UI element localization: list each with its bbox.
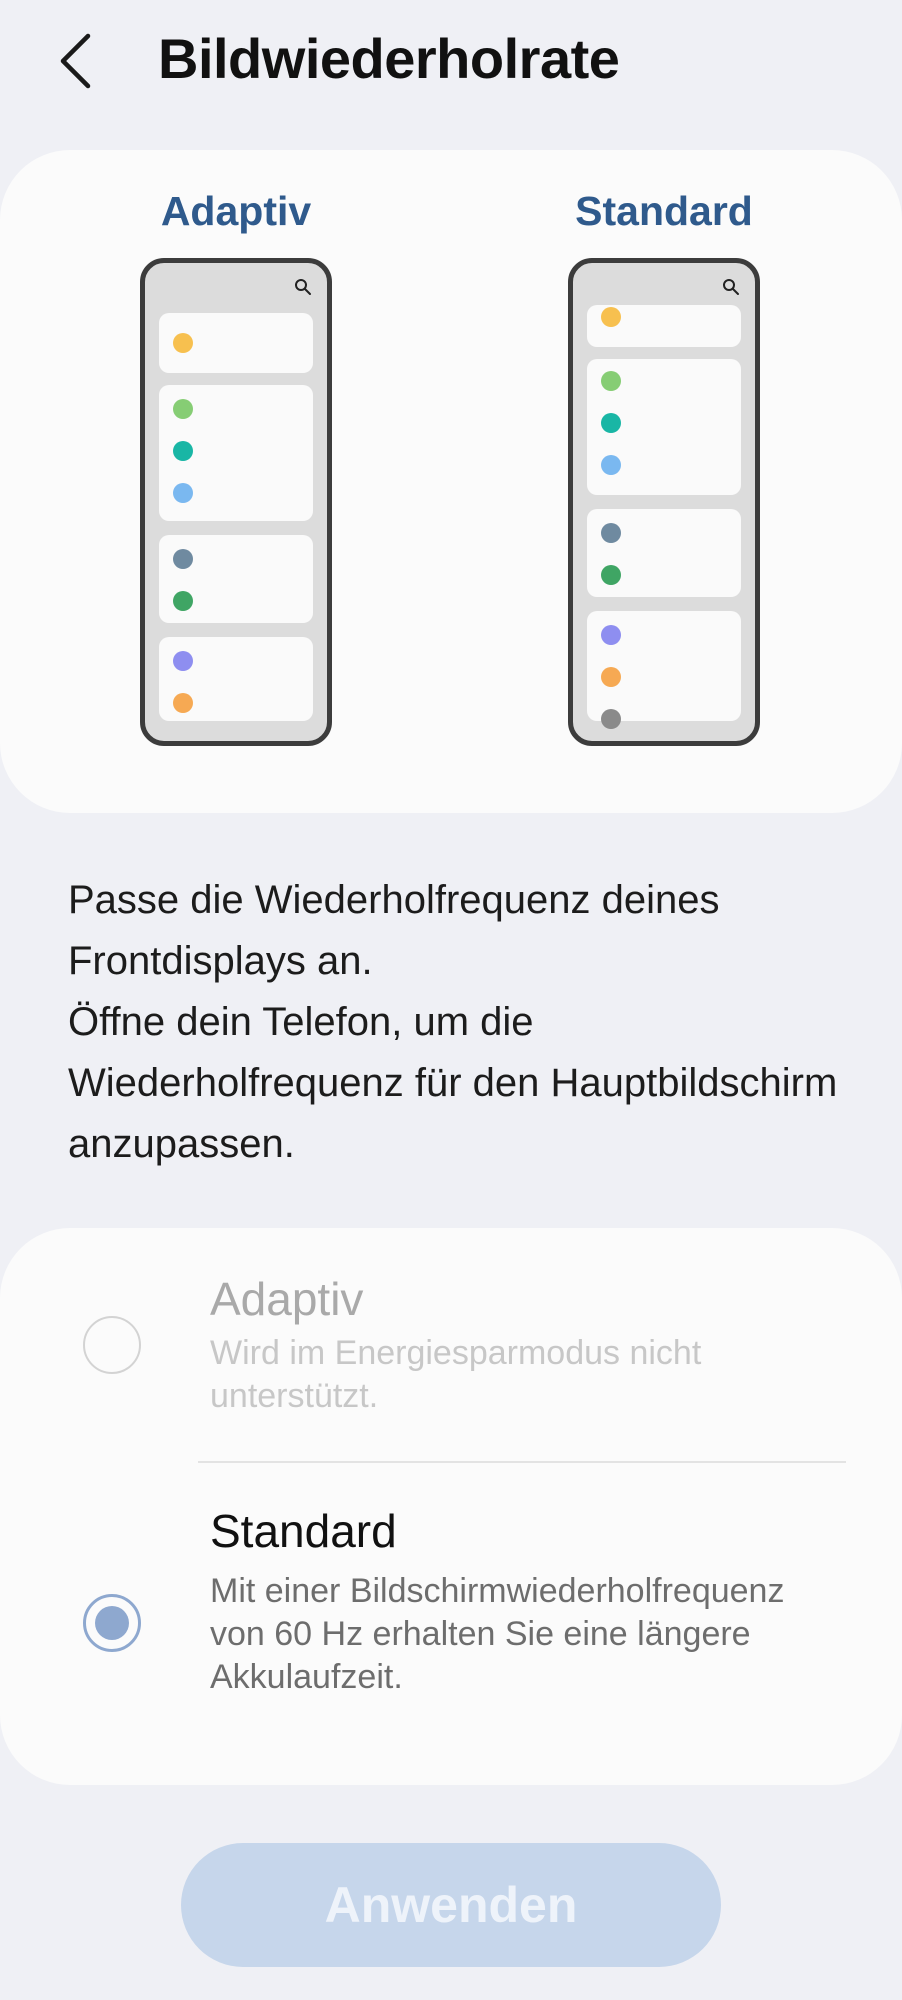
preview-card: Adaptiv Standard	[0, 150, 902, 813]
dot	[173, 333, 193, 353]
list-card	[587, 359, 741, 495]
phone-illustration	[140, 258, 332, 746]
list-card	[587, 305, 741, 347]
dot	[601, 709, 621, 729]
dot	[601, 307, 621, 327]
dot	[601, 371, 621, 391]
divider	[198, 1461, 846, 1463]
list-card	[159, 535, 313, 623]
dot	[601, 565, 621, 585]
option-adaptive[interactable]: Adaptiv Wird im Energiesparmodus nicht u…	[0, 1228, 902, 1460]
dot	[173, 483, 193, 503]
option-title-adaptive: Adaptiv	[210, 1273, 364, 1325]
dot	[173, 441, 193, 461]
description-text: Passe die Wiederholfrequenz deines Front…	[68, 870, 848, 1175]
preview-standard: Standard	[534, 150, 794, 813]
description-line-1: Passe die Wiederholfrequenz deines Front…	[68, 878, 720, 983]
list-card	[159, 385, 313, 521]
option-subtitle-adaptive: Wird im Energiesparmodus nicht unterstüt…	[210, 1334, 702, 1415]
list-card	[159, 637, 313, 721]
search-icon	[295, 279, 311, 295]
radio-selected-dot	[95, 1606, 129, 1640]
dot	[173, 651, 193, 671]
option-subtitle-standard: Mit einer Bildschirmwiederholfrequenz vo…	[210, 1572, 785, 1696]
options-card: Adaptiv Wird im Energiesparmodus nicht u…	[0, 1228, 902, 1785]
dot	[601, 667, 621, 687]
list-card	[587, 509, 741, 597]
search-icon	[723, 279, 739, 295]
list-card	[159, 313, 313, 373]
option-standard[interactable]: Standard Mit einer Bildschirmwiederholfr…	[0, 1464, 902, 1784]
description-line-2: Öffne dein Telefon, um die Wiederholfreq…	[68, 1000, 838, 1166]
preview-label-standard: Standard	[575, 188, 753, 234]
radio-button-standard[interactable]	[83, 1594, 141, 1652]
chevron-left-icon	[60, 33, 91, 89]
dot	[601, 523, 621, 543]
dot	[601, 455, 621, 475]
preview-label-adaptive: Adaptiv	[160, 188, 312, 234]
option-title-standard: Standard	[210, 1505, 397, 1557]
dot	[173, 591, 193, 611]
preview-adaptive: Adaptiv	[106, 150, 366, 813]
dot	[173, 399, 193, 419]
phone-illustration	[568, 258, 760, 746]
dot	[601, 625, 621, 645]
dot	[601, 413, 621, 433]
back-button[interactable]	[58, 24, 118, 98]
list-card	[587, 611, 741, 729]
dot	[173, 693, 193, 713]
header: Bildwiederholrate	[0, 0, 902, 120]
dot	[173, 549, 193, 569]
radio-button-adaptive[interactable]	[83, 1316, 141, 1374]
page-title: Bildwiederholrate	[158, 27, 620, 90]
apply-button[interactable]: Anwenden	[181, 1843, 721, 1967]
